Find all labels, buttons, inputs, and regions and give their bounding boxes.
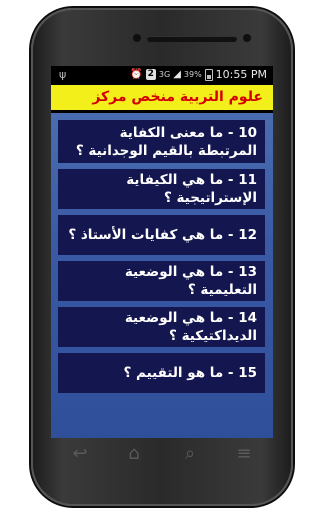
phone-screen: ψ ⏰ 2 3G ◢ 39% 10:55 PM علوم التربية منخ… [51, 66, 273, 438]
list-item[interactable]: 12 - ما هي كفايات الأستاذ ؟ [58, 215, 265, 255]
earpiece-speaker [147, 36, 237, 42]
list-item-label: 13 - ما هي الوضعية التعليمية ؟ [124, 264, 257, 298]
search-icon[interactable]: ⌕ [177, 444, 203, 464]
list-item-label: 14 - ما هي الوضعية الديداكتيكية ؟ [124, 310, 257, 344]
front-camera [243, 34, 251, 42]
alarm-icon: ⏰ [130, 69, 143, 80]
page-title: علوم التربية منخص مركز [51, 85, 273, 110]
list-item-label: 10 - ما معنى الكفاية المرتبطة بالقيم الو… [75, 124, 257, 159]
list-item-label: 11 - ما هي الكيفاية الإستراتيجية ؟ [126, 172, 257, 206]
signal-icon: ◢ [173, 69, 181, 80]
list-item[interactable]: 14 - ما هي الوضعية الديداكتيكية ؟ [58, 307, 265, 347]
notification-badge: 2 [145, 69, 156, 80]
battery-percent: 39% [183, 70, 202, 79]
usb-icon: ψ [59, 68, 67, 81]
list-item[interactable]: 13 - ما هي الوضعية التعليمية ؟ [58, 261, 265, 301]
hardware-nav-bar: ↩ ⌂ ⌕ ≡ [31, 440, 293, 470]
list-item-label: 12 - ما هي كفايات الأستاذ ؟ [68, 227, 257, 243]
list-item[interactable]: 15 - ما هو التقييم ؟ [58, 353, 265, 393]
status-bar: ψ ⏰ 2 3G ◢ 39% 10:55 PM [51, 66, 273, 84]
back-icon[interactable]: ↩ [67, 444, 93, 464]
home-icon[interactable]: ⌂ [121, 444, 147, 464]
list-item[interactable]: 11 - ما هي الكيفاية الإستراتيجية ؟ [58, 169, 265, 209]
clock: 10:55 PM [215, 68, 267, 81]
question-list: 10 - ما معنى الكفاية المرتبطة بالقيم الو… [51, 113, 273, 438]
list-item[interactable]: 10 - ما معنى الكفاية المرتبطة بالقيم الو… [58, 120, 265, 163]
menu-icon[interactable]: ≡ [231, 444, 257, 464]
signal-label: 3G [158, 70, 171, 79]
list-item-label: 15 - ما هو التقييم ؟ [123, 365, 257, 381]
battery-icon [204, 68, 213, 81]
proximity-sensor [133, 34, 141, 42]
